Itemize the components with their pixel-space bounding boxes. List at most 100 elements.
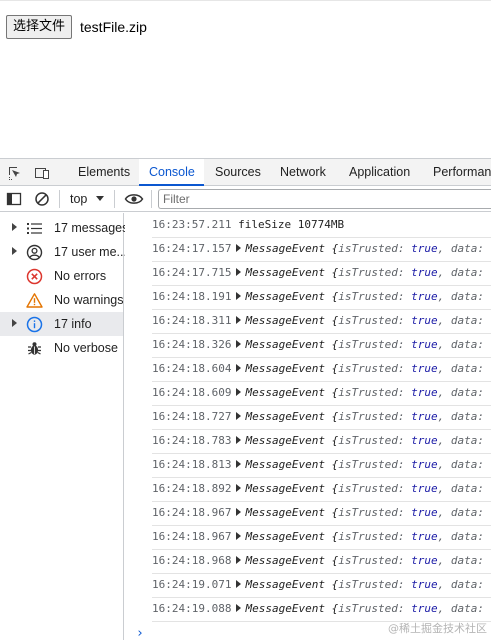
message-timestamp: 16:24:18.813 bbox=[152, 458, 232, 471]
sidebar-item-verbose[interactable]: No verbose bbox=[0, 336, 123, 360]
object-colon: : bbox=[397, 434, 405, 447]
console-message[interactable]: 16:24:18.967 MessageEvent {isTrusted: tru… bbox=[152, 526, 491, 550]
console-message[interactable]: 16:24:18.892 MessageEvent {isTrusted: tru… bbox=[152, 478, 491, 502]
clear-console-icon[interactable] bbox=[34, 191, 50, 207]
object-key: isTrusted bbox=[338, 482, 398, 495]
expand-arrow-icon[interactable] bbox=[236, 460, 242, 468]
object-key: isTrusted bbox=[338, 290, 398, 303]
choose-file-button[interactable]: 选择文件 bbox=[6, 15, 73, 39]
object-name: MessageEvent bbox=[245, 458, 325, 471]
console-message[interactable]: 16:24:18.968 MessageEvent {isTrusted: tru… bbox=[152, 550, 491, 574]
object-colon: : bbox=[477, 362, 484, 375]
object-name: MessageEvent bbox=[245, 482, 325, 495]
object-name: MessageEvent bbox=[245, 578, 325, 591]
console-message[interactable]: 16:24:17.157 MessageEvent {isTrusted: tru… bbox=[152, 238, 491, 262]
object-comma: , bbox=[437, 362, 445, 375]
console-message[interactable]: 16:24:18.813 MessageEvent {isTrusted: tru… bbox=[152, 454, 491, 478]
tab-network[interactable]: Network bbox=[270, 159, 336, 186]
expand-arrow-icon[interactable] bbox=[12, 223, 17, 231]
expand-arrow-icon[interactable] bbox=[236, 364, 242, 372]
sidebar-item-messages[interactable]: 17 messages bbox=[0, 216, 128, 240]
console-message[interactable]: 16:24:18.191 MessageEvent {isTrusted: tru… bbox=[152, 286, 491, 310]
expand-arrow-icon[interactable] bbox=[236, 268, 242, 276]
sidebar-toggle-icon[interactable] bbox=[6, 191, 22, 207]
console-message[interactable]: 16:24:18.311 MessageEvent {isTrusted: tru… bbox=[152, 310, 491, 334]
object-key: data bbox=[450, 530, 478, 543]
object-colon: : bbox=[397, 506, 405, 519]
console-message[interactable]: 16:24:18.604 MessageEvent {isTrusted: tru… bbox=[152, 358, 491, 382]
tab-elements[interactable]: Elements bbox=[66, 159, 138, 186]
console-message[interactable]: 16:24:18.783 MessageEvent {isTrusted: tru… bbox=[152, 430, 491, 454]
expand-arrow-icon[interactable] bbox=[236, 412, 242, 420]
object-key: data bbox=[450, 578, 478, 591]
message-timestamp: 16:24:18.609 bbox=[152, 386, 232, 399]
object-comma: , bbox=[437, 578, 445, 591]
expand-arrow-icon[interactable] bbox=[236, 556, 242, 564]
object-key: data bbox=[450, 266, 478, 279]
object-key: data bbox=[450, 290, 478, 303]
object-colon: : bbox=[477, 242, 484, 255]
chevron-down-icon[interactable] bbox=[96, 196, 104, 201]
console-message[interactable]: 16:23:57.211 fileSize 10774MB bbox=[152, 214, 491, 238]
tab-application[interactable]: Application bbox=[339, 159, 423, 186]
expand-arrow-icon[interactable] bbox=[236, 508, 242, 516]
object-value: true bbox=[411, 386, 438, 399]
expand-arrow-icon[interactable] bbox=[236, 436, 242, 444]
object-colon: : bbox=[397, 266, 405, 279]
console-message[interactable]: 16:24:18.727 MessageEvent {isTrusted: tru… bbox=[152, 406, 491, 430]
inspect-element-icon[interactable] bbox=[7, 165, 23, 181]
device-toolbar-icon[interactable] bbox=[34, 165, 50, 181]
expand-arrow-icon[interactable] bbox=[236, 340, 242, 348]
console-message[interactable]: 16:24:18.609 MessageEvent {isTrusted: tru… bbox=[152, 382, 491, 406]
console-message[interactable]: 16:24:19.071 MessageEvent {isTrusted: tru… bbox=[152, 574, 491, 598]
object-colon: : bbox=[477, 602, 484, 615]
object-key: isTrusted bbox=[338, 458, 398, 471]
tab-sources[interactable]: Sources bbox=[205, 159, 267, 186]
object-comma: , bbox=[437, 554, 445, 567]
sidebar-item-warnings[interactable]: No warnings bbox=[0, 288, 123, 312]
console-message[interactable]: 16:24:19.088 MessageEvent {isTrusted: tru… bbox=[152, 598, 491, 622]
tab-console[interactable]: Console bbox=[139, 159, 204, 186]
object-key: data bbox=[450, 458, 478, 471]
expand-arrow-icon[interactable] bbox=[236, 580, 242, 588]
message-timestamp: 16:24:18.604 bbox=[152, 362, 232, 375]
object-key: data bbox=[450, 338, 478, 351]
message-timestamp: 16:24:19.071 bbox=[152, 578, 232, 591]
object-value: true bbox=[411, 266, 438, 279]
console-output: 16:23:57.211 fileSize 10774MB 16:24:17.1… bbox=[125, 213, 491, 640]
object-key: isTrusted bbox=[338, 314, 398, 327]
expand-arrow-icon[interactable] bbox=[236, 604, 242, 612]
console-prompt[interactable]: › bbox=[136, 626, 144, 640]
object-colon: : bbox=[397, 578, 405, 591]
context-select[interactable]: top bbox=[70, 192, 87, 206]
object-key: isTrusted bbox=[338, 410, 398, 423]
expand-arrow-icon[interactable] bbox=[236, 292, 242, 300]
sidebar-item-info[interactable]: 17 info bbox=[0, 312, 123, 336]
object-comma: , bbox=[437, 410, 445, 423]
object-comma: , bbox=[437, 242, 445, 255]
object-value: true bbox=[411, 602, 438, 615]
object-key: data bbox=[450, 386, 478, 399]
expand-arrow-icon[interactable] bbox=[12, 247, 17, 255]
expand-arrow-icon[interactable] bbox=[236, 484, 242, 492]
page-content: 选择文件 testFile.zip bbox=[0, 0, 491, 158]
console-message[interactable]: 16:24:18.967 MessageEvent {isTrusted: tru… bbox=[152, 502, 491, 526]
console-message[interactable]: 16:24:18.326 MessageEvent {isTrusted: tru… bbox=[152, 334, 491, 358]
sidebar-item-user-messages[interactable]: 17 user me... bbox=[0, 240, 127, 264]
eye-icon[interactable] bbox=[124, 191, 144, 207]
message-timestamp: 16:24:18.968 bbox=[152, 554, 232, 567]
object-key: isTrusted bbox=[338, 506, 398, 519]
object-colon: : bbox=[397, 338, 405, 351]
selected-file-name: testFile.zip bbox=[80, 19, 147, 35]
expand-arrow-icon[interactable] bbox=[236, 532, 242, 540]
filter-input[interactable] bbox=[158, 189, 491, 209]
object-colon: : bbox=[397, 314, 405, 327]
console-message[interactable]: 16:24:17.715 MessageEvent {isTrusted: tru… bbox=[152, 262, 491, 286]
sidebar-item-errors[interactable]: No errors bbox=[0, 264, 123, 288]
expand-arrow-icon[interactable] bbox=[236, 316, 242, 324]
devtools-tabbar: Elements Console Sources Network Applica… bbox=[0, 158, 491, 186]
expand-arrow-icon[interactable] bbox=[236, 244, 242, 252]
tab-performance[interactable]: Performance bbox=[423, 159, 491, 186]
expand-arrow-icon[interactable] bbox=[12, 319, 17, 327]
expand-arrow-icon[interactable] bbox=[236, 388, 242, 396]
